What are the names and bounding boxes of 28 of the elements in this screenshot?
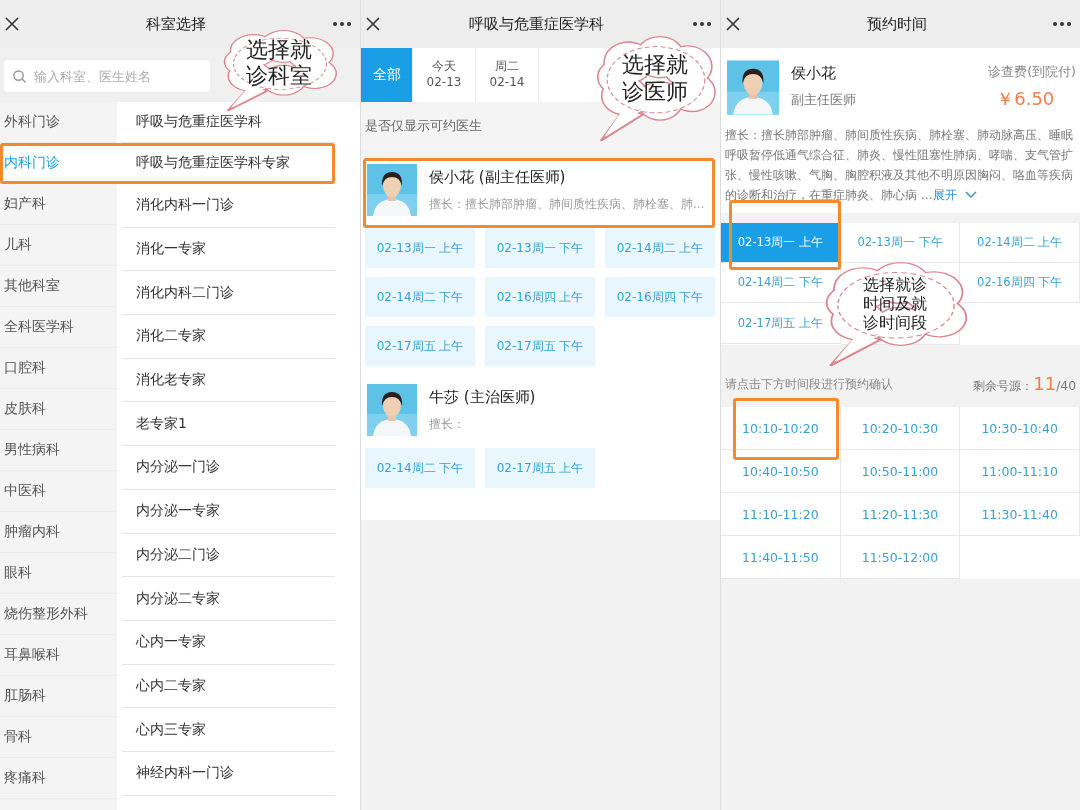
doctor-name: 牛莎 (主治医师) <box>429 388 536 407</box>
fee-amount: ￥6.50 <box>996 87 1055 111</box>
expand-link[interactable]: 展开 <box>932 188 957 202</box>
chevron-down-icon <box>964 191 977 199</box>
fee-label: 诊查费(到院付) <box>988 64 1076 81</box>
remaining-count: 11 <box>1033 373 1057 394</box>
window-title: 预约时间 <box>865 14 928 34</box>
close-icon[interactable] <box>725 16 741 32</box>
remaining-label: 剩余号源： <box>973 378 1034 395</box>
remaining-total: /40 <box>1056 379 1076 393</box>
close-icon[interactable] <box>4 16 20 32</box>
window-title: 科室选择 <box>145 14 207 34</box>
doctor-specialty: 擅长：擅长肺部肿瘤、肺间质性疾病、肺栓塞、肺… <box>429 197 705 212</box>
search-field[interactable]: 输入科室、医生姓名 <box>4 60 210 92</box>
doctor-title: 副主任医师 <box>791 91 857 109</box>
window-title: 呼吸与危重症医学科 <box>468 14 605 34</box>
doctor-name: 侯小花 (副主任医师) <box>429 168 567 187</box>
doctor-specialty: 擅长： <box>429 417 466 432</box>
more-icon[interactable] <box>1052 21 1072 27</box>
more-icon[interactable] <box>692 21 712 27</box>
callout-text: 选择就诊科室 <box>245 36 313 90</box>
close-icon[interactable] <box>365 16 381 32</box>
callout-text: 选择就诊时间及就诊时间段 <box>863 275 929 333</box>
filter-label: 是否仅显示可约医生 <box>365 117 482 135</box>
doctor-name: 侯小花 <box>791 64 837 83</box>
more-icon[interactable] <box>332 21 352 27</box>
instruction-text: 请点击下方时间段进行预约确认 <box>725 375 893 393</box>
callout-text: 选择就诊医师 <box>621 52 689 105</box>
